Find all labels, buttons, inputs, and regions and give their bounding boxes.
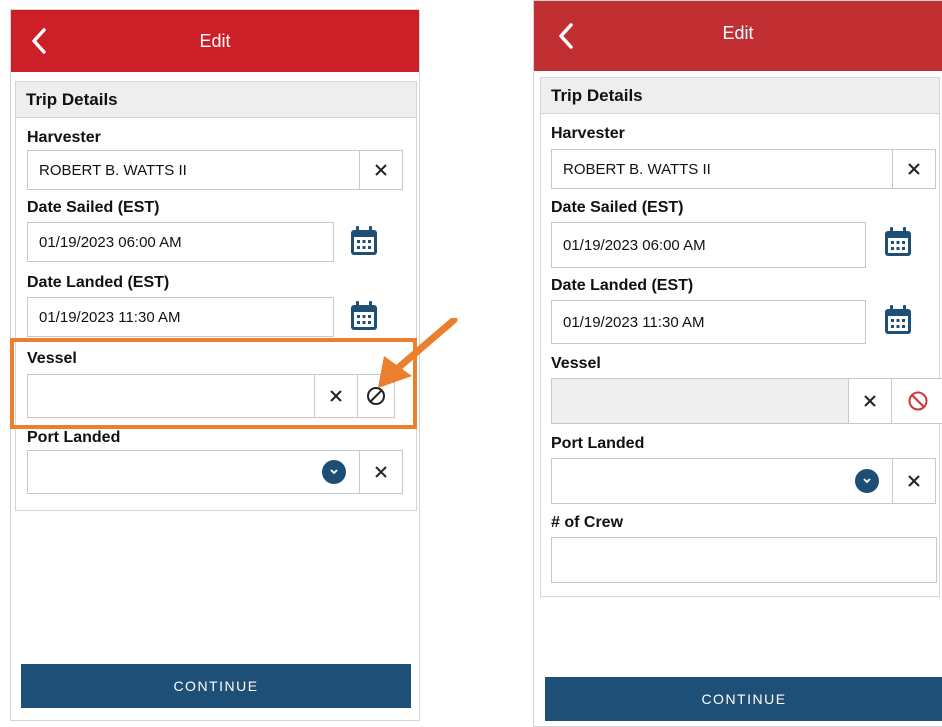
vessel-field-disabled [551,378,849,424]
port-landed-field[interactable] [551,458,893,504]
page-title: Edit [722,22,754,43]
port-landed-field[interactable] [27,450,360,494]
ban-icon [908,391,927,411]
date-landed-field[interactable]: 01/19/2023 11:30 AM [27,297,334,337]
right-screen: Edit Trip Details Harvester ROBERT B. WA… [533,0,942,727]
date-sailed-label: Date Sailed (EST) [27,199,160,216]
close-icon [864,395,876,407]
date-landed-field[interactable]: 01/19/2023 11:30 AM [551,300,866,344]
crew-count-field[interactable] [551,537,937,583]
clear-harvester-button[interactable] [359,150,403,190]
calendar-icon[interactable] [884,305,912,335]
continue-button[interactable]: CONTINUE [21,664,411,708]
left-screen: Edit Trip Details Harvester ROBERT B. WA… [10,9,420,721]
app-header: Edit [11,10,419,72]
calendar-icon[interactable] [350,301,378,331]
harvester-field[interactable]: ROBERT B. WATTS II [27,150,360,190]
chevron-down-icon[interactable] [855,469,879,493]
close-icon [375,466,387,478]
port-landed-label: Port Landed [551,435,645,452]
harvester-field[interactable]: ROBERT B. WATTS II [551,149,893,189]
section-title: Trip Details [541,78,939,114]
clear-vessel-button[interactable] [314,374,358,418]
date-sailed-field[interactable]: 01/19/2023 06:00 AM [551,222,866,268]
app-header: Edit [534,1,942,71]
date-sailed-label: Date Sailed (EST) [551,199,684,216]
date-landed-label: Date Landed (EST) [27,274,170,291]
continue-button[interactable]: CONTINUE [545,677,942,721]
date-landed-label: Date Landed (EST) [551,277,694,294]
clear-vessel-button[interactable] [848,378,892,424]
close-icon [375,164,387,176]
no-vessel-button[interactable] [357,374,395,418]
ban-icon [367,387,385,405]
vessel-field[interactable] [27,374,315,418]
close-icon [330,390,342,402]
vessel-label: Vessel [551,355,601,372]
harvester-label: Harvester [551,125,625,142]
calendar-icon[interactable] [350,226,378,256]
close-icon [908,163,920,175]
no-vessel-button-active[interactable] [891,378,942,424]
port-landed-label: Port Landed [27,429,121,446]
clear-port-button[interactable] [359,450,403,494]
harvester-label: Harvester [27,129,101,146]
chevron-down-icon[interactable] [322,460,346,484]
date-sailed-field[interactable]: 01/19/2023 06:00 AM [27,222,334,262]
close-icon [908,475,920,487]
calendar-icon[interactable] [884,227,912,257]
clear-port-button[interactable] [892,458,936,504]
section-title: Trip Details [16,82,416,118]
clear-harvester-button[interactable] [892,149,936,189]
vessel-label: Vessel [27,350,77,367]
chevron-left-icon[interactable] [556,22,576,50]
crew-count-label: # of Crew [551,514,624,531]
page-title: Edit [199,30,231,51]
chevron-left-icon[interactable] [29,27,49,55]
